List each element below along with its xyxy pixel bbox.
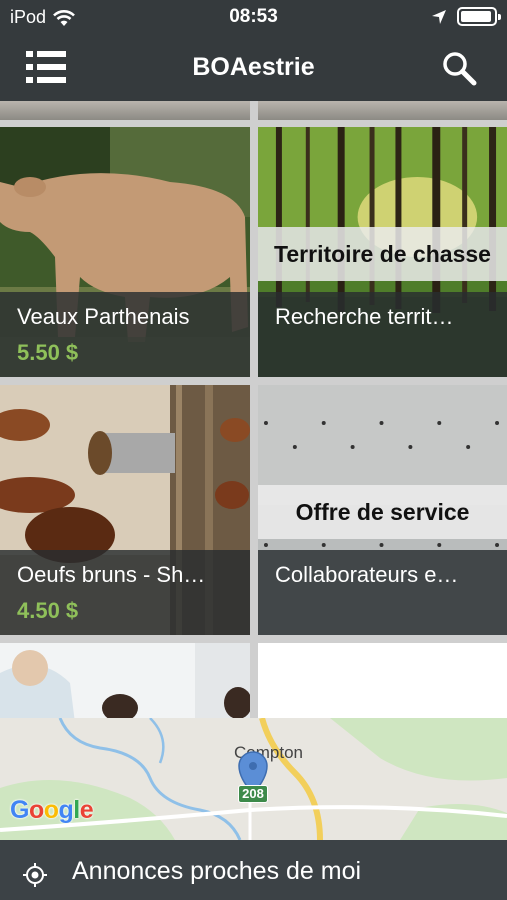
battery-icon [457, 7, 501, 26]
listing-overlay: Oeufs bruns - Sh… 4.50 $ [0, 550, 250, 635]
listing-title: Oeufs bruns - Sh… [17, 562, 206, 587]
listing-card[interactable]: Offre de service Collaborateurs e… [258, 385, 507, 635]
listing-overlay: Recherche territ… [258, 292, 507, 377]
listing-title: Recherche territ… [275, 304, 454, 329]
listing-title: Collaborateurs e… [275, 562, 459, 587]
status-bar: iPod 08:53 [0, 0, 507, 34]
previous-row-edge [0, 101, 250, 120]
category-label: Territoire de chasse [258, 227, 507, 281]
listing-image-people [0, 643, 250, 718]
category-label: Offre de service [258, 485, 507, 539]
listing-card[interactable] [0, 643, 250, 718]
listing-grid: Veaux Parthenais 5.50 $ Territoire de ch… [0, 101, 507, 718]
google-logo: Google [10, 796, 94, 824]
search-icon[interactable] [441, 50, 477, 86]
app-header: BOAestrie [0, 34, 507, 101]
listing-overlay: Collaborateurs e… [258, 550, 507, 635]
previous-row-edge [258, 101, 507, 120]
nearby-button[interactable]: Annonces proches de moi [0, 840, 507, 900]
app-screen: iPod 08:53 BOAestrie Veaux Parthenais 5.… [0, 0, 507, 900]
app-title: BOAestrie [192, 53, 315, 81]
listing-title: Veaux Parthenais [17, 304, 190, 329]
location-arrow-icon [432, 9, 446, 24]
nearby-label: Annonces proches de moi [72, 857, 362, 885]
listing-card[interactable]: Territoire de chasse Recherche territ… [258, 127, 507, 377]
route-shield: 208 [238, 785, 268, 803]
listing-card[interactable]: Oeufs bruns - Sh… 4.50 $ [0, 385, 250, 635]
listing-price: 5.50 $ [17, 340, 79, 365]
crosshair-location-icon [23, 863, 47, 887]
listing-price: 4.50 $ [17, 598, 79, 623]
nearby-map[interactable]: Compton 208 Google [0, 718, 507, 840]
listing-card[interactable] [258, 643, 507, 718]
listing-overlay: Veaux Parthenais 5.50 $ [0, 292, 250, 377]
listing-card[interactable]: Veaux Parthenais 5.50 $ [0, 127, 250, 377]
